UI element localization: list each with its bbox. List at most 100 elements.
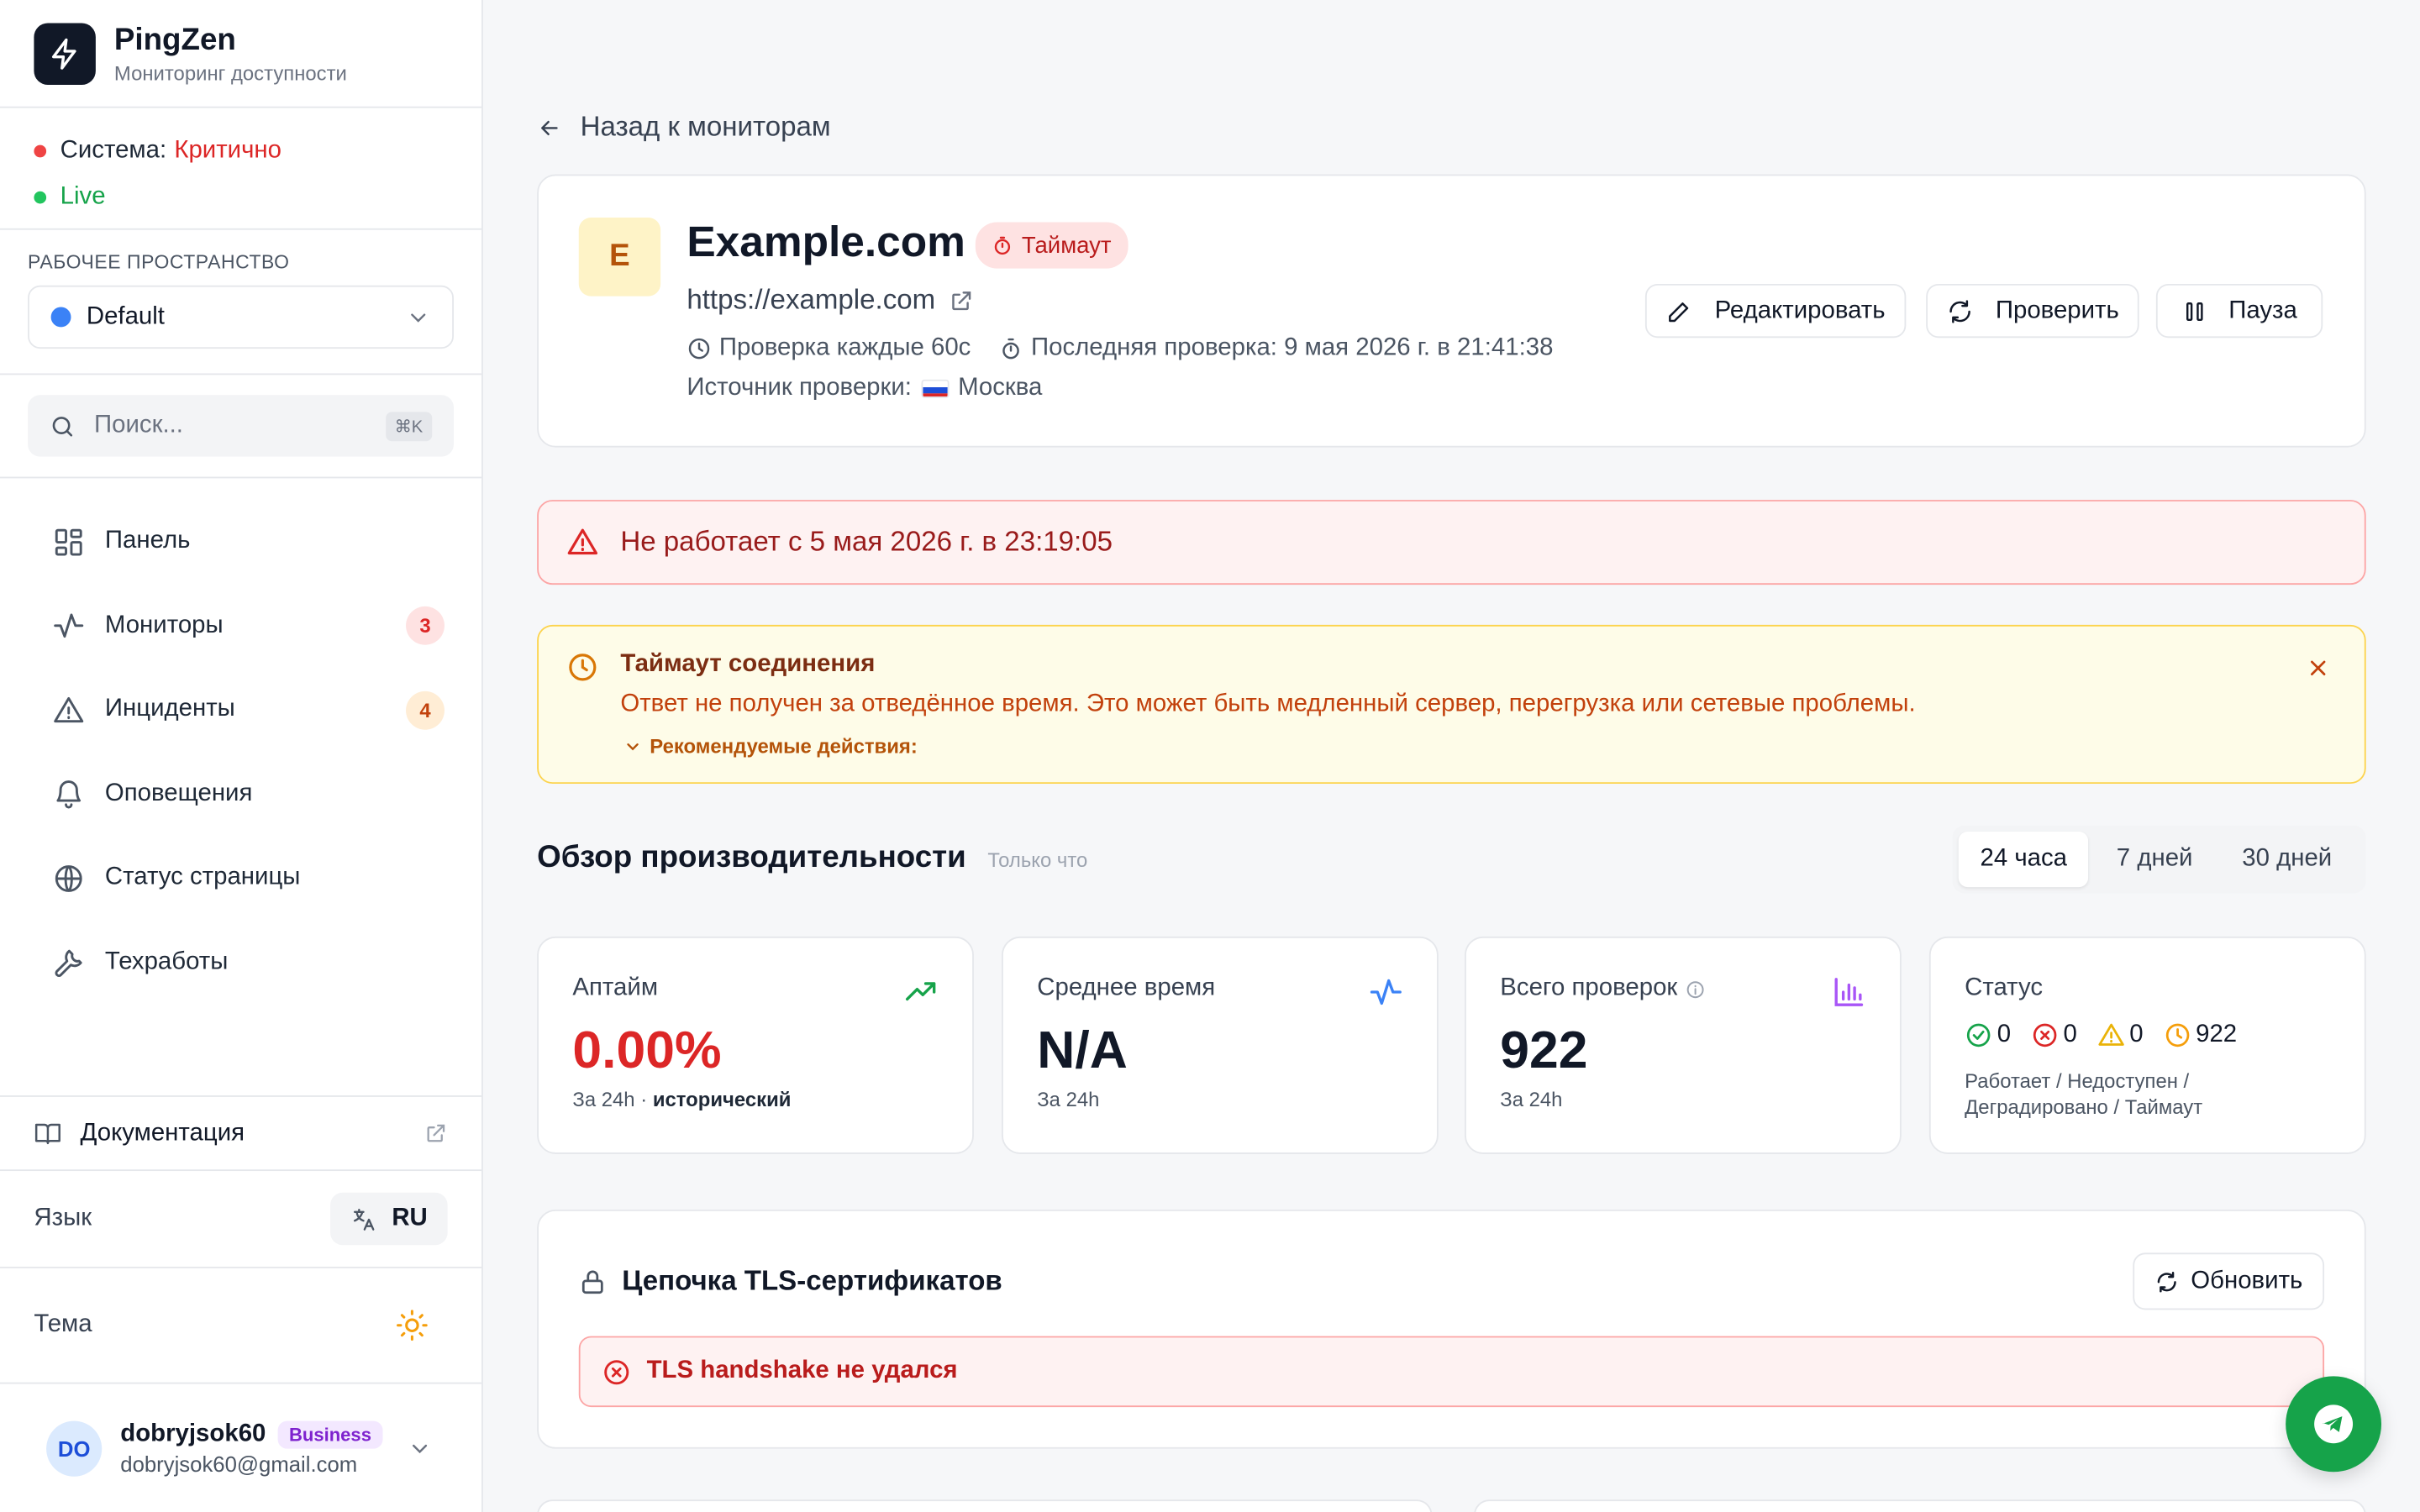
search-shortcut: ⌘K (385, 411, 433, 441)
sidebar-item-dashboard[interactable]: Панель (0, 500, 481, 584)
close-icon[interactable] (2306, 656, 2330, 680)
total-checks-label: Всего проверок (1500, 975, 1705, 1003)
theme-label: Тема (34, 1311, 92, 1338)
up-count: 0 (1996, 1021, 2012, 1048)
search-icon (50, 412, 76, 438)
chevron-down-icon (406, 305, 430, 329)
status-dot (34, 144, 47, 158)
tab-24h[interactable]: 24 часа (1958, 831, 2089, 888)
sidebar-item-label: Статус страницы (104, 864, 301, 891)
tls-title: Цепочка TLS-сертификатов (622, 1265, 1002, 1296)
clock-icon (566, 651, 599, 684)
pause-icon (2182, 298, 2207, 323)
search-placeholder: Поиск... (94, 412, 183, 438)
sidebar-item-status-page[interactable]: Статус страницы (0, 836, 481, 920)
incidents-count-badge: 4 (406, 690, 445, 730)
live-dot (34, 191, 47, 204)
period-tabs: 24 часа 7 дней 30 дней (1952, 825, 2366, 894)
chevron-down-icon (623, 737, 642, 755)
uptime-period: За 24h · (572, 1087, 648, 1111)
tab-7d[interactable]: 7 дней (2095, 832, 2214, 887)
lock-icon (579, 1268, 607, 1295)
sidebar-item-maintenance[interactable]: Техработы (0, 921, 481, 1005)
monitors-count-badge: 3 (406, 606, 445, 646)
refresh-icon (2154, 1269, 2178, 1294)
external-link-icon (950, 288, 974, 312)
language-button[interactable]: RU (329, 1192, 448, 1246)
down-alert: Не работает с 5 мая 2026 г. в 23:19:05 (537, 500, 2366, 585)
status-badge-label: Таймаут (1021, 232, 1112, 259)
russia-flag-icon (920, 379, 950, 398)
tls-card: Цепочка TLS-сертификатов Обновить TLS ha… (537, 1209, 2366, 1449)
sidebar-item-alerts[interactable]: Оповещения (0, 752, 481, 836)
sidebar-item-label: Техработы (104, 948, 229, 975)
sidebar-item-monitors[interactable]: Мониторы 3 (0, 584, 481, 668)
pause-button[interactable]: Пауза (2155, 283, 2324, 339)
x-circle-icon (2031, 1021, 2059, 1049)
avatar: DO (46, 1420, 103, 1476)
info-icon[interactable] (1685, 979, 1705, 999)
bell-icon (52, 778, 85, 811)
monitor-url[interactable]: https://example.com (687, 284, 974, 317)
tls-heading: Цепочка TLS-сертификатов (579, 1265, 1002, 1298)
alert-triangle-icon (566, 526, 599, 559)
sidebar: PingZen Мониторинг доступности Система: … (0, 0, 483, 1512)
docs-link[interactable]: Документация (0, 1095, 482, 1169)
workspace-select[interactable]: Default (28, 285, 454, 349)
timer-icon (992, 235, 1013, 255)
status-badge: Таймаут (975, 222, 1128, 269)
refresh-button[interactable]: Обновить (2132, 1252, 2325, 1310)
activity-icon (52, 610, 85, 643)
check-circle-icon (1965, 1021, 1992, 1049)
check-now-button[interactable]: Проверить (1926, 283, 2139, 339)
x-circle-icon (602, 1357, 631, 1386)
tab-30d[interactable]: 30 дней (2221, 832, 2354, 887)
back-link[interactable]: Назад к мониторам (537, 111, 831, 144)
total-checks-value: 922 (1500, 1021, 1588, 1080)
dashboard-icon (52, 526, 85, 559)
brand-subtitle: Мониторинг доступности (113, 60, 347, 85)
brand[interactable]: PingZen Мониторинг доступности (0, 0, 482, 108)
monitor-name: Example.com (687, 217, 965, 265)
timeout-alert-title: Таймаут соединения (620, 651, 876, 678)
status-counts: 0 0 0 922 (1965, 1021, 2237, 1049)
language-value: RU (392, 1205, 428, 1231)
stopwatch-icon (998, 336, 1023, 360)
system-label: Система: (60, 137, 167, 164)
monitor-url-text: https://example.com (687, 283, 936, 315)
back-label: Назад к мониторам (580, 111, 831, 142)
sidebar-item-incidents[interactable]: Инциденты 4 (0, 668, 481, 752)
brand-name: PingZen (113, 22, 236, 57)
clock-icon (687, 336, 711, 360)
edit-button[interactable]: Редактировать (1644, 283, 1906, 339)
refresh-icon (1946, 297, 1974, 325)
avg-time-label: Среднее время (1037, 974, 1216, 1002)
telegram-button[interactable] (2286, 1376, 2382, 1473)
sidebar-nav: Панель Мониторы 3 Инциденты 4 Оповещения… (0, 478, 481, 1004)
search-section: Поиск... ⌘K (0, 375, 482, 479)
sidebar-item-label: Мониторы (104, 612, 224, 638)
uptime-value: 0.00% (572, 1021, 722, 1080)
search-input[interactable]: Поиск... ⌘K (28, 395, 454, 457)
lightning-icon (34, 22, 96, 85)
workspace-dot (50, 307, 71, 328)
globe-icon (52, 862, 85, 895)
degraded-count: 0 (2129, 1021, 2144, 1048)
edit-label: Редактировать (1714, 297, 1886, 323)
check-label: Проверить (1995, 297, 2119, 323)
timeout-alert: Таймаут соединения Ответ не получен за о… (537, 624, 2366, 785)
system-status-value: Критично (174, 137, 281, 164)
chevron-down-icon (408, 1436, 432, 1460)
warning-icon (2097, 1021, 2125, 1049)
main-content: Назад к мониторам E Example.com Таймаут … (483, 0, 2420, 1512)
recommendations-label: Рекомендуемые действия: (650, 734, 918, 758)
user-menu[interactable]: DO dobryjsok60 Business dobryjsok60@gmai… (0, 1382, 482, 1512)
sidebar-item-label: Панель (104, 528, 191, 554)
check-interval: Проверка каждые 60с (718, 334, 971, 361)
sun-icon[interactable] (395, 1309, 429, 1342)
recommendations-toggle[interactable]: Рекомендуемые действия: (623, 734, 918, 758)
down-alert-text: Не работает с 5 мая 2026 г. в 23:19:05 (620, 526, 1113, 558)
activity-icon (1369, 975, 1402, 1009)
book-icon (34, 1120, 61, 1147)
uptime-card: Аптайм 0.00% За 24h · исторический (537, 936, 974, 1154)
